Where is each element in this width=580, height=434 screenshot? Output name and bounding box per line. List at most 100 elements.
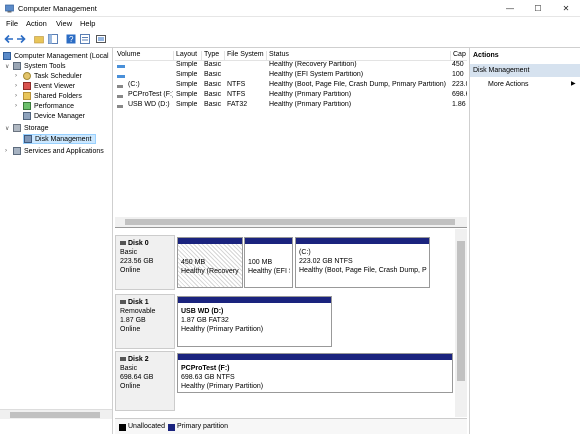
tree-item-device-manager[interactable]: Device Manager [23,111,85,121]
properties-button[interactable] [80,34,90,44]
disk-type: Removable [120,308,156,315]
column-header-status[interactable]: Status [267,51,451,61]
properties-icon [80,34,90,44]
column-header-file-system[interactable]: File System [225,51,267,61]
partition-status: Healthy (Boot, Page File, Crash Dump, Pr [299,267,427,274]
legend-primary: Primary partition [177,423,228,430]
tree-item-system-tools[interactable]: ∨ System Tools [5,61,66,71]
device-manager-icon [23,112,31,120]
disk-0-label[interactable]: Disk 0 Basic 223.56 GB Online [115,235,175,290]
menu-view[interactable]: View [56,19,72,28]
tree-item-shared-folders[interactable]: › Shared Folders [15,91,82,101]
partition-bar [178,238,242,244]
scrollbar-thumb[interactable] [10,412,100,418]
volume-file-system: FAT32 [227,101,248,108]
disk-size: 223.56 GB [120,258,154,265]
volume-type: Basic [204,91,222,98]
window-title: Computer Management [18,4,97,13]
event-viewer-icon [23,82,31,90]
volume-layout: Simple [176,81,198,88]
partition-size: 450 MB [181,259,206,266]
volume-capacity: 223.0 [452,81,467,88]
menu-action[interactable]: Action [26,19,47,28]
tree-item-task-scheduler[interactable]: › Task Scheduler [15,71,82,81]
chevron-right-icon: › [15,93,17,99]
view-button[interactable] [96,34,106,44]
partition-status: Healthy (Primary Partition) [181,383,264,390]
partition-c[interactable]: (C:) 223.02 GB NTFS Healthy (Boot, Page … [295,237,430,288]
up-folder-button[interactable] [34,34,44,44]
partition-info: 100 MB Healthy (EFI S [248,258,290,276]
tree-item-label: Performance [34,102,75,110]
volume-icon [117,85,123,88]
disk-map-vertical-scrollbar[interactable] [455,229,467,417]
tree-item-storage[interactable]: ∨ Storage [5,123,49,133]
partition-label: USB WD (D:) [181,308,224,315]
close-button[interactable]: ✕ [554,0,578,17]
partition-efi[interactable]: 100 MB Healthy (EFI S [244,237,293,288]
tree-item-label: System Tools [24,62,66,70]
folder-up-icon [34,36,44,44]
partition-recovery[interactable]: 450 MB Healthy (Recovery [177,237,243,288]
tree-item-event-viewer[interactable]: › Event Viewer [15,81,75,91]
volume-list-horizontal-scrollbar[interactable] [115,217,467,227]
toolbar: ? [0,30,580,48]
tree-item-disk-management[interactable]: Disk Management [23,134,97,144]
tree-item-label: Event Viewer [34,82,76,90]
chevron-down-icon: ∨ [5,63,10,70]
actions-section-disk-management[interactable]: Disk Management [470,64,580,77]
show-hide-tree-button[interactable] [48,34,58,44]
menu-help[interactable]: Help [80,19,95,28]
tree-item-label: Computer Management (Local [14,52,109,60]
volume-row[interactable]: Simple Basic Healthy (Recovery Partition… [115,61,467,71]
disk-2-label[interactable]: Disk 2 Basic 698.64 GB Online [115,351,175,411]
minimize-icon: — [506,4,514,13]
volume-file-system: NTFS [227,81,246,88]
scrollbar-thumb[interactable] [457,241,465,381]
tools-icon [13,62,21,70]
partition-info: PCProTest (F:) 698.63 GB NTFS Healthy (P… [181,364,450,391]
tree-horizontal-scrollbar[interactable] [0,409,112,419]
computer-management-icon [5,4,14,13]
scrollbar-thumb[interactable] [125,219,455,225]
partition-pcprotest[interactable]: PCProTest (F:) 698.63 GB NTFS Healthy (P… [177,353,453,393]
column-header-layout[interactable]: Layout [174,51,202,61]
disk-type: Basic [120,249,138,256]
volume-status: Healthy (Primary Partition) [269,101,352,108]
partition-usb-wd[interactable]: USB WD (D:) 1.87 GB FAT32 Healthy (Prima… [177,296,332,347]
column-header-volume[interactable]: Volume [115,51,174,61]
minimize-button[interactable]: — [498,0,522,17]
forward-button[interactable] [16,34,26,44]
tree-item-computer-management[interactable]: Computer Management (Local [3,51,109,61]
tree-item-label: Storage [24,124,49,132]
volume-type: Basic [204,61,222,68]
tree-item-performance[interactable]: › Performance [15,101,74,111]
volume-list: Volume Layout Type File System Status Ca… [115,48,467,228]
volume-status: Healthy (Recovery Partition) [269,61,357,68]
partition-label: PCProTest (F:) [181,365,230,372]
legend-unallocated: Unallocated [128,423,165,430]
volume-row[interactable]: USB WD (D:) Simple Basic FAT32 Healthy (… [115,101,467,111]
more-actions-link[interactable]: More Actions [488,81,528,88]
partition-size: 1.87 GB FAT32 [181,317,229,324]
volume-row[interactable]: Simple Basic Healthy (EFI System Partiti… [115,71,467,81]
volume-layout: Simple [176,61,198,68]
help-button[interactable]: ? [66,34,76,44]
chevron-down-icon: ∨ [5,125,10,132]
column-header-capacity[interactable]: Cap [451,51,467,61]
partition-info: (C:) 223.02 GB NTFS Healthy (Boot, Page … [299,248,427,275]
volume-icon [117,75,125,78]
menu-file[interactable]: File [6,19,18,28]
volume-row[interactable]: (C:) Simple Basic NTFS Healthy (Boot, Pa… [115,81,467,91]
back-button[interactable] [4,34,14,44]
volume-row[interactable]: PCProTest (F:) Simple Basic NTFS Healthy… [115,91,467,101]
chevron-right-icon: › [15,83,17,89]
disk-1-label[interactable]: Disk 1 Removable 1.87 GB Online [115,294,175,349]
maximize-button[interactable]: ☐ [526,0,550,17]
tree-item-services-applications[interactable]: › Services and Applications [5,146,104,156]
column-header-type[interactable]: Type [202,51,225,61]
volume-icon [117,95,123,98]
volume-capacity: 698.6 [452,91,467,98]
disk-icon [120,357,126,361]
back-arrow-icon [4,34,13,44]
